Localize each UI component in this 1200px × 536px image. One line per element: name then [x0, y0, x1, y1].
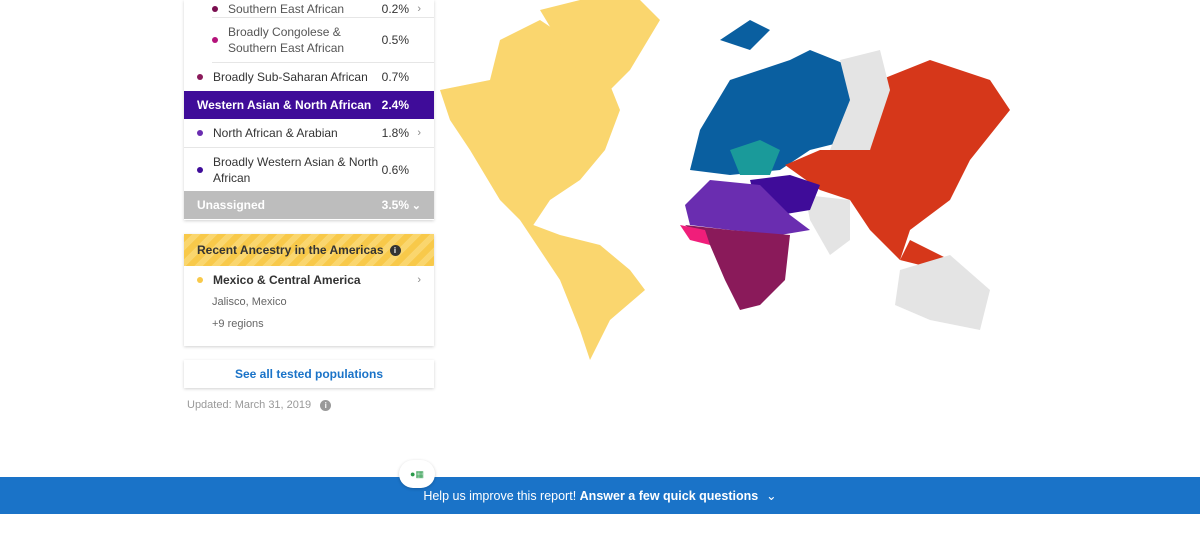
- category-unassigned[interactable]: Unassigned 3.5% ⌄: [184, 191, 434, 219]
- chevron-down-icon: ⌄: [766, 489, 777, 503]
- color-dot: [212, 5, 218, 12]
- list-item-broadly-sub-saharan: Broadly Sub-Saharan African 0.7%: [184, 63, 434, 91]
- more-regions-text[interactable]: +9 regions: [184, 318, 434, 330]
- feedback-link[interactable]: Answer a few quick questions: [580, 489, 759, 503]
- list-item-broadly-congolese: Broadly Congolese & Southern East Africa…: [212, 18, 434, 63]
- list-item-north-african-arabian[interactable]: North African & Arabian 1.8% ›: [184, 119, 434, 147]
- list-item-southern-east-african[interactable]: Southern East African 0.2% ›: [212, 0, 434, 18]
- recent-ancestry-panel: Recent Ancestry in the Americas i Mexico…: [184, 234, 434, 346]
- feedback-banner[interactable]: Help us improve this report! Answer a fe…: [0, 477, 1200, 514]
- recent-ancestry-header: Recent Ancestry in the Americas i: [184, 234, 434, 266]
- info-icon[interactable]: i: [320, 400, 332, 411]
- chevron-right-icon: ›: [417, 274, 421, 286]
- color-dot: [197, 166, 203, 173]
- chevron-right-icon: ›: [417, 2, 421, 15]
- feedback-bubble-icon[interactable]: ●▦: [399, 460, 435, 488]
- region-americas: [440, 0, 660, 360]
- subregion-text: Jalisco, Mexico: [212, 296, 287, 308]
- color-dot: [197, 277, 203, 283]
- category-western-asian-north-african[interactable]: Western Asian & North African 2.4%: [184, 91, 434, 119]
- updated-text: Updated: March 31, 2019 i: [187, 399, 332, 411]
- world-map: [440, 0, 1010, 360]
- chevron-down-icon: ⌄: [411, 199, 421, 212]
- see-all-button[interactable]: See all tested populations: [184, 360, 434, 388]
- chevron-right-icon: ›: [417, 127, 421, 139]
- color-dot: [212, 37, 218, 43]
- color-dot: [197, 74, 203, 80]
- color-dot: [197, 130, 203, 136]
- info-icon[interactable]: i: [389, 244, 401, 256]
- list-item-broadly-western-asian: Broadly Western Asian & North African 0.…: [184, 147, 434, 191]
- ancestry-list-panel: Southern East African 0.2% › Broadly Con…: [184, 0, 434, 220]
- list-item-mexico-central-america[interactable]: Mexico & Central America ›: [184, 266, 434, 294]
